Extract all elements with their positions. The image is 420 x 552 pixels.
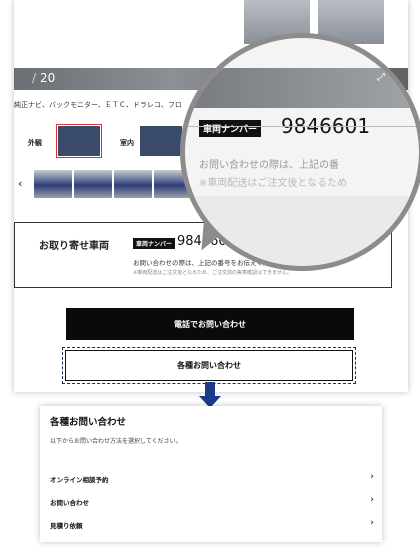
interior-thumbnail[interactable]	[140, 126, 182, 156]
divider	[185, 126, 419, 127]
carousel-thumbnail[interactable]	[74, 170, 112, 198]
estimate-request-link[interactable]: 見積り依頼 ›	[50, 518, 374, 532]
vehicle-number-tag: 車両ナンバー	[133, 238, 176, 249]
view-label-interior: 室内	[120, 139, 134, 147]
photo-counter: /20	[32, 71, 56, 85]
chevron-right-icon: ›	[370, 495, 374, 505]
chevron-right-icon: ›	[370, 472, 374, 482]
exterior-thumbnail[interactable]	[56, 124, 102, 158]
view-label-exterior: 外観	[28, 139, 42, 147]
magnified-background	[185, 196, 419, 266]
option-label: オンライン相談予約	[50, 476, 109, 484]
various-inquiries-button[interactable]: 各種お問い合わせ	[65, 350, 353, 381]
chevron-left-icon[interactable]: ‹	[18, 177, 22, 190]
carousel-thumbnail[interactable]	[114, 170, 152, 198]
option-label: 見積り依頼	[50, 522, 83, 530]
magnified-number-tag: 車両ナンバー	[199, 120, 262, 137]
panel-title: 各種お問い合わせ	[50, 417, 127, 428]
order-disclaimer: ※車両配送はご注文後となるため、ご注文前の実車確認はできません。	[133, 270, 292, 276]
expand-icon: ⤢	[377, 72, 385, 83]
order-title: お取り寄せ車両	[39, 241, 109, 252]
magnified-disclaimer: ※車両配送はご注文後となるため	[199, 178, 348, 189]
contact-button-highlight: 各種お問い合わせ	[62, 347, 356, 384]
inquiry-link[interactable]: お問い合わせ ›	[50, 495, 374, 509]
carousel-thumbnail[interactable]	[34, 170, 72, 198]
chevron-right-icon: ›	[370, 518, 374, 528]
panel-subtitle: 以下からお問い合わせ方法を選択してください。	[50, 438, 182, 445]
magnified-note: お問い合わせの際は、上記の番	[199, 160, 339, 171]
magnifier-callout: ⤢ 車両ナンバー 9846601 お問い合わせの際は、上記の番 ※車両配送はご注…	[180, 33, 420, 271]
equipment-text: 純正ナビ、バックモニター、ＥＴＣ、ドラレコ、フロ	[14, 101, 182, 109]
online-consultation-link[interactable]: オンライン相談予約 ›	[50, 472, 374, 486]
contact-options-panel: 各種お問い合わせ 以下からお問い合わせ方法を選択してください。 オンライン相談予…	[40, 406, 382, 542]
option-label: お問い合わせ	[50, 499, 89, 507]
phone-inquiry-button[interactable]: 電話でお問い合わせ	[66, 308, 354, 340]
